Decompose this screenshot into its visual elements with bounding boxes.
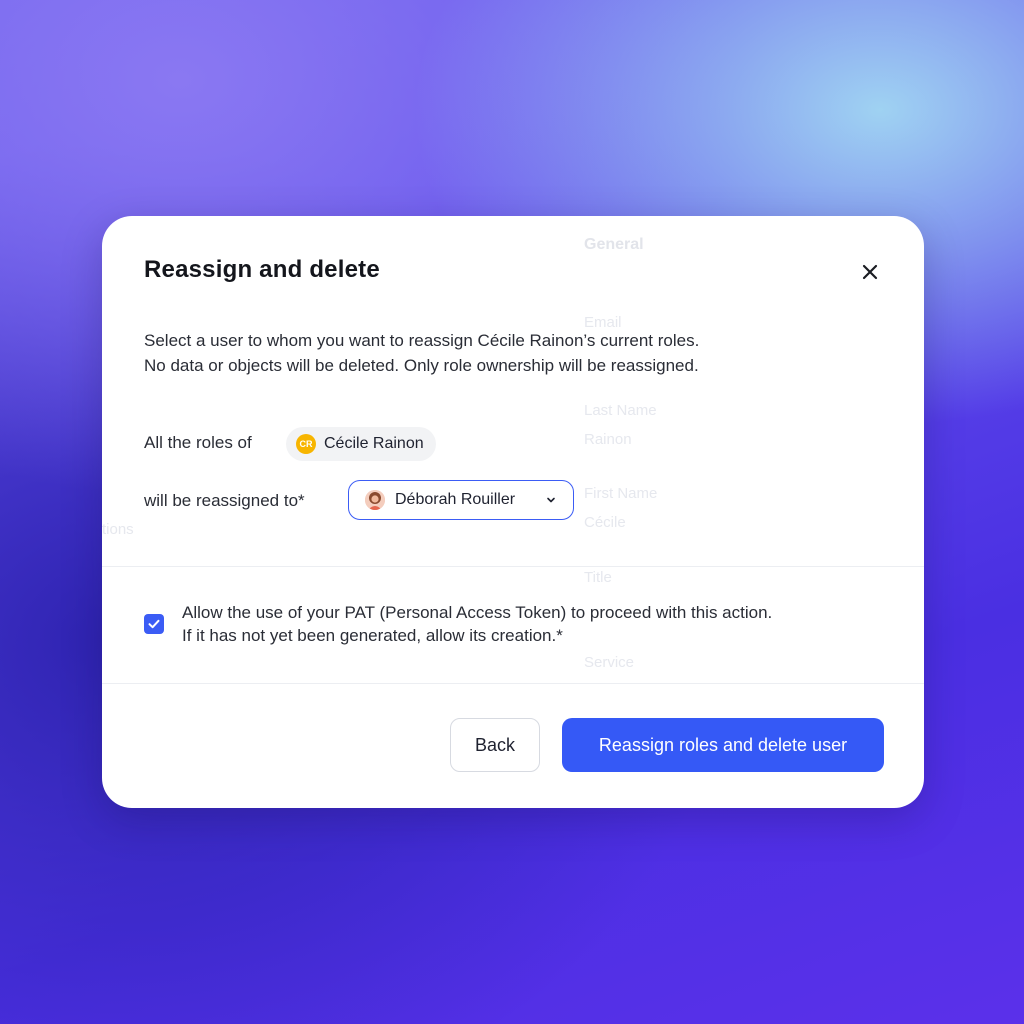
source-user-label: All the roles of <box>144 433 252 452</box>
avatar <box>365 490 385 510</box>
close-button[interactable] <box>854 256 886 288</box>
user-photo-icon <box>365 490 385 510</box>
pat-consent-text: Allow the use of your PAT (Personal Acce… <box>182 601 902 647</box>
close-icon <box>862 264 878 280</box>
description-line-1: Select a user to whom you want to reassi… <box>144 331 700 350</box>
dialog-title: Reassign and delete <box>144 256 380 283</box>
consent-line-1: Allow the use of your PAT (Personal Acce… <box>182 603 773 622</box>
background-first-name-value: Cécile <box>584 514 626 531</box>
reassign-and-delete-button[interactable]: Reassign roles and delete user <box>562 718 884 772</box>
pat-consent-checkbox[interactable] <box>144 614 164 634</box>
avatar: CR <box>296 434 316 454</box>
chevron-down-icon <box>547 497 555 503</box>
checkmark-icon <box>148 619 160 629</box>
back-button[interactable]: Back <box>450 718 540 772</box>
background-field-last-name: Last Name <box>584 402 657 419</box>
reassign-delete-dialog: General Email Last Name Rainon First Nam… <box>102 216 924 808</box>
dialog-description: Select a user to whom you want to reassi… <box>144 328 844 378</box>
target-user-name: Déborah Rouiller <box>395 491 516 508</box>
target-user-label: will be reassigned to* <box>144 491 305 510</box>
description-line-2: No data or objects will be deleted. Only… <box>144 356 699 375</box>
background-field-title: Title <box>584 569 612 586</box>
source-user-chip: CR Cécile Rainon <box>286 427 436 461</box>
consent-line-2: If it has not yet been generated, allow … <box>182 626 563 645</box>
source-user-name: Cécile Rainon <box>324 435 424 452</box>
background-field-first-name: First Name <box>584 485 658 502</box>
target-user-select[interactable]: Déborah Rouiller <box>348 480 574 520</box>
background-field-service: Service <box>584 654 635 671</box>
background-left-fragment: tions <box>102 521 134 538</box>
footer-divider <box>102 683 924 684</box>
section-divider <box>102 566 924 567</box>
background-last-name-value: Rainon <box>584 431 632 448</box>
background-tab-general: General <box>584 236 644 253</box>
